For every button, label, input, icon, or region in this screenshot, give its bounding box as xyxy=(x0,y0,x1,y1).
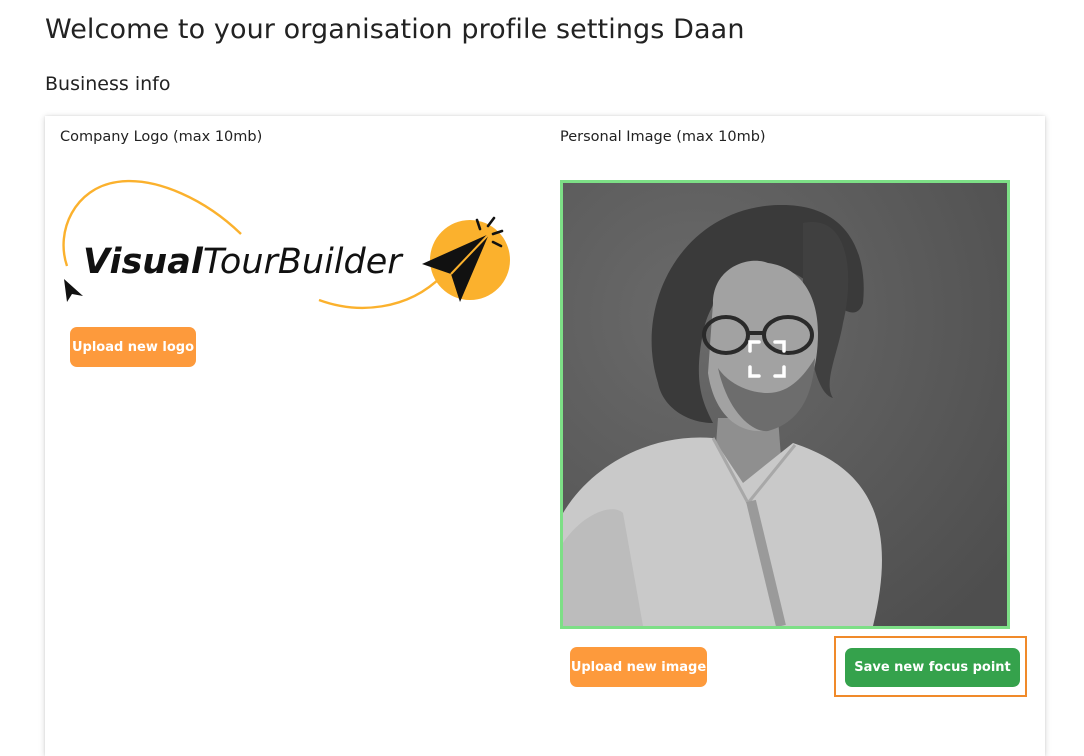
personal-image-label: Personal Image (max 10mb) xyxy=(560,129,766,145)
personal-image[interactable] xyxy=(560,180,1010,629)
business-info-card: Company Logo (max 10mb) VisualTourBuilde… xyxy=(45,116,1045,756)
company-logo-label: Company Logo (max 10mb) xyxy=(60,129,263,145)
logo-cursor-icon xyxy=(64,279,83,302)
focus-point-icon[interactable] xyxy=(747,339,787,379)
upload-image-button[interactable]: Upload new image xyxy=(570,647,707,687)
section-title: Business info xyxy=(45,73,171,95)
page-title: Welcome to your organisation profile set… xyxy=(45,14,745,45)
logo-wordmark: VisualTourBuilder xyxy=(83,242,404,282)
personal-photo xyxy=(563,183,1007,626)
upload-logo-button[interactable]: Upload new logo xyxy=(70,327,196,367)
save-focus-point-button[interactable]: Save new focus point xyxy=(845,648,1020,687)
visual-tour-builder-logo: VisualTourBuilder xyxy=(62,179,510,309)
company-logo: VisualTourBuilder xyxy=(57,176,517,316)
